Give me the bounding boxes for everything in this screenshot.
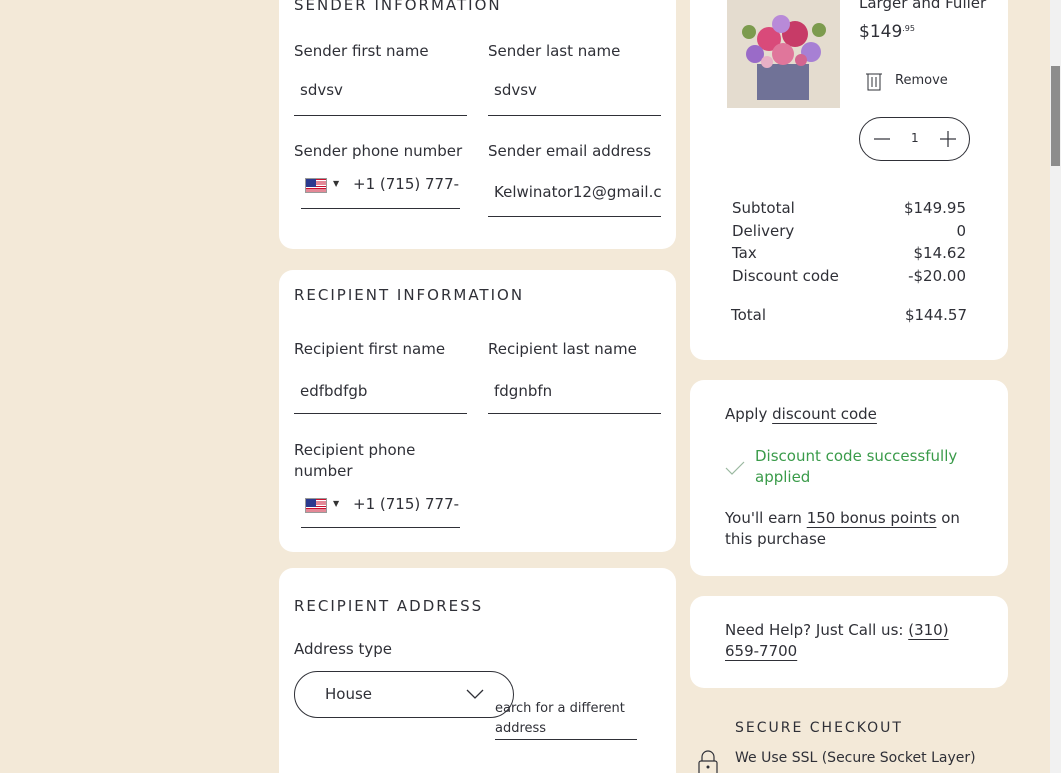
subtotal-row: Subtotal $149.95: [732, 199, 966, 217]
discount-code-link[interactable]: discount code: [772, 405, 877, 423]
minus-icon[interactable]: [873, 130, 891, 148]
lock-icon: [698, 750, 718, 773]
us-flag-icon[interactable]: [305, 178, 327, 193]
sender-email-input[interactable]: Kelwinator12@gmail.co: [488, 183, 661, 217]
recipient-phone-input[interactable]: ▼ +1 (715) 777-9: [301, 496, 460, 528]
address-section-title: RECIPIENT ADDRESS: [294, 597, 484, 615]
total-label: Total: [731, 306, 767, 324]
plus-icon[interactable]: [939, 130, 957, 148]
recipient-phone-label: Recipient phone number: [294, 441, 416, 480]
discount-row: Discount code -$20.00: [732, 267, 966, 285]
recipient-section-title: RECIPIENT INFORMATION: [294, 286, 525, 304]
sender-last-name-input[interactable]: sdvsv: [488, 81, 661, 116]
chevron-down-icon[interactable]: ▼: [333, 499, 339, 508]
recipient-first-name-input[interactable]: edfbdfgb: [294, 382, 467, 414]
address-type-value: House: [325, 685, 373, 703]
earn-suffix-on: on: [941, 509, 960, 527]
recipient-card: RECIPIENT INFORMATION Recipient first na…: [279, 270, 676, 552]
tax-label: Tax: [732, 244, 757, 262]
sender-phone-label: Sender phone number: [294, 142, 463, 160]
earn-prefix: You'll earn: [725, 509, 802, 527]
delivery-value: 0: [956, 222, 966, 240]
help-text: Need Help? Just Call us: (310) 659-7700: [725, 620, 985, 662]
sender-phone-value: +1 (715) 777-9: [353, 176, 460, 193]
sender-card: SENDER INFORMATION Sender first name sdv…: [279, 0, 676, 249]
recipient-last-name-input[interactable]: fdgnbfn: [488, 382, 661, 414]
quantity-stepper[interactable]: 1: [859, 117, 970, 161]
earn-suffix-purchase: this purchase: [725, 530, 826, 548]
us-flag-icon[interactable]: [305, 498, 327, 513]
secure-ssl-text: We Use SSL (Secure Socket Layer): [735, 750, 976, 766]
sender-section-title: SENDER INFORMATION: [294, 0, 502, 14]
sender-phone-input[interactable]: ▼ +1 (715) 777-9: [301, 176, 460, 209]
address-type-select[interactable]: House: [294, 671, 514, 718]
bonus-points-link[interactable]: 150 bonus points: [807, 509, 937, 527]
discount-card: Apply discount code Discount code succes…: [690, 380, 1008, 576]
bonus-points-text: You'll earn 150 bonus points on this pur…: [725, 508, 975, 550]
address-card: RECIPIENT ADDRESS Address type House ear…: [279, 568, 676, 773]
search-different-address-link[interactable]: earch for a different address: [495, 699, 637, 740]
help-card: Need Help? Just Call us: (310) 659-7700: [690, 596, 1008, 688]
search-different-address-text: earch for a different address: [495, 701, 625, 736]
discount-value: -$20.00: [908, 267, 966, 285]
discount-label: Discount code: [732, 267, 839, 285]
delivery-row: Delivery 0: [732, 222, 966, 240]
recipient-first-name-label: Recipient first name: [294, 340, 446, 358]
delivery-label: Delivery: [732, 222, 795, 240]
sender-email-label: Sender email address: [488, 142, 652, 160]
product-image: [727, 0, 840, 108]
product-price-cents: .95: [902, 24, 915, 33]
subtotal-value: $149.95: [903, 199, 966, 217]
help-phone-link-2[interactable]: 659-7700: [725, 642, 797, 660]
sender-last-name-value: sdvsv: [494, 81, 537, 99]
tax-row: Tax $14.62: [732, 244, 966, 262]
help-prefix: Need Help? Just Call us:: [725, 621, 904, 639]
remove-label: Remove: [895, 73, 948, 88]
recipient-first-name-value: edfbdfgb: [300, 382, 368, 400]
sender-first-name-label: Sender first name: [294, 42, 429, 60]
product-price: $149.95: [859, 22, 915, 42]
apply-discount-line: Apply discount code: [725, 405, 877, 423]
secure-checkout-title: SECURE CHECKOUT: [735, 720, 903, 736]
sender-first-name-input[interactable]: sdvsv: [294, 81, 467, 116]
quantity-value: 1: [911, 131, 919, 145]
trash-icon: [866, 73, 882, 91]
sender-first-name-value: sdvsv: [300, 81, 343, 99]
help-phone-link-1[interactable]: (310): [908, 621, 948, 639]
discount-success-message: Discount code successfully applied: [755, 447, 958, 486]
scrollbar-thumb[interactable]: [1051, 66, 1060, 166]
cart-summary-card: Larger and Fuller $149.95 Remove 1 Subto…: [690, 0, 1008, 360]
total-value: $144.57: [904, 306, 967, 324]
chevron-down-icon: [466, 689, 484, 699]
subtotal-label: Subtotal: [732, 199, 795, 217]
product-name[interactable]: Larger and Fuller: [859, 0, 986, 12]
sender-last-name-label: Sender last name: [488, 42, 621, 60]
address-type-label: Address type: [294, 640, 393, 658]
recipient-phone-value: +1 (715) 777-9: [353, 496, 460, 513]
sender-email-value: Kelwinator12@gmail.co: [494, 183, 661, 201]
total-row: Total $144.57: [731, 306, 967, 324]
recipient-last-name-value: fdgnbfn: [494, 382, 553, 400]
checkmark-icon: [725, 461, 745, 475]
recipient-last-name-label: Recipient last name: [488, 340, 637, 358]
chevron-down-icon[interactable]: ▼: [333, 179, 339, 188]
product-price-main: $149: [859, 22, 903, 42]
tax-value: $14.62: [913, 244, 967, 262]
apply-prefix: Apply: [725, 405, 768, 423]
remove-button[interactable]: Remove: [865, 71, 985, 93]
